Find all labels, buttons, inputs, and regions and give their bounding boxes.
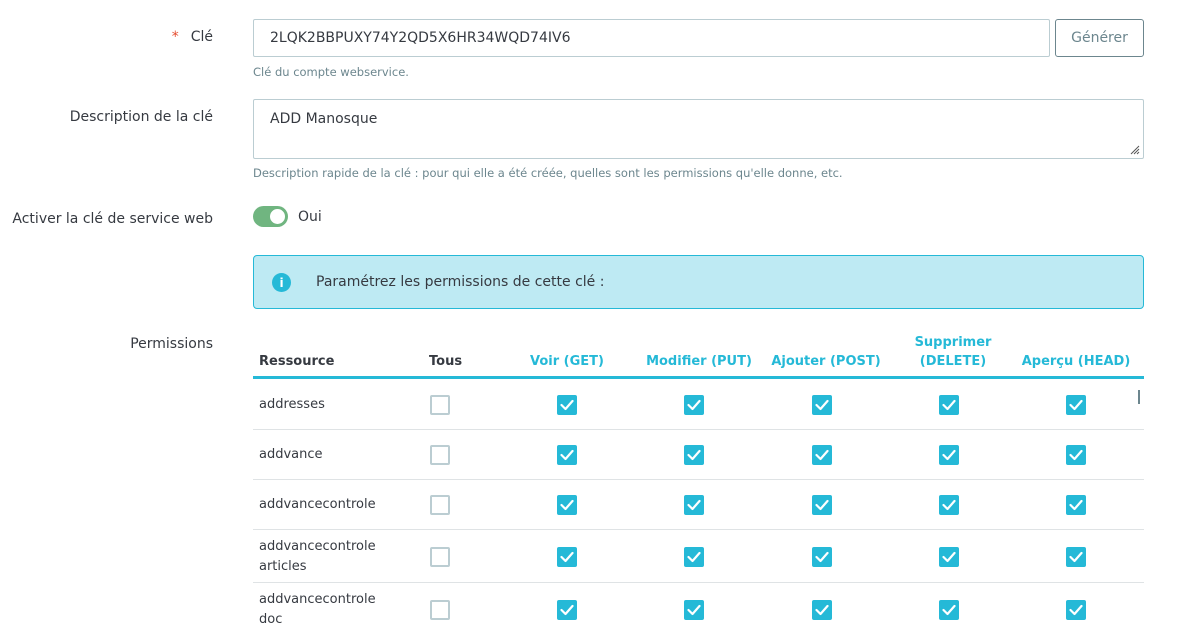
- checkmark-icon: [687, 499, 701, 511]
- checkmark-icon: [560, 499, 574, 511]
- key-value: 2LQK2BBPUXY74Y2QD5X6HR34WQD74IV6: [270, 30, 571, 46]
- checkbox-delete[interactable]: [939, 495, 959, 515]
- row-divider: [253, 529, 1144, 530]
- checkmark-icon: [815, 399, 829, 411]
- checkmark-icon: [815, 604, 829, 615]
- resource-name: addvancecontrole articles: [259, 537, 409, 577]
- checkbox-get[interactable]: [557, 599, 577, 620]
- checkbox-get[interactable]: [557, 546, 577, 567]
- checkbox-delete[interactable]: [939, 445, 959, 465]
- checkmark-icon: [1069, 604, 1083, 615]
- col-delete-line2: (DELETE): [919, 354, 987, 369]
- checkmark-icon: [942, 499, 956, 511]
- key-help: Clé du compte webservice.: [253, 65, 409, 79]
- row-divider: [253, 479, 1144, 480]
- required-mark: *: [171, 29, 179, 45]
- checkmark-icon: [942, 399, 956, 411]
- checkmark-icon: [687, 399, 701, 411]
- activate-toggle[interactable]: [253, 206, 288, 227]
- checkbox-get[interactable]: [557, 495, 577, 515]
- checkbox-head[interactable]: [1066, 546, 1086, 567]
- resource-name-line: addvancecontrole: [259, 591, 376, 607]
- checkbox-delete[interactable]: [939, 599, 959, 620]
- scroll-indicator[interactable]: [1138, 390, 1140, 404]
- col-resource: Ressource: [259, 354, 335, 369]
- col-all: Tous: [429, 354, 463, 369]
- checkbox-all[interactable]: [430, 546, 450, 567]
- checkbox-put[interactable]: [684, 445, 704, 465]
- checkmark-icon: [687, 449, 701, 461]
- col-delete[interactable]: Supprimer (DELETE): [893, 333, 1013, 371]
- checkbox-post[interactable]: [812, 445, 832, 465]
- checkbox-all[interactable]: [430, 445, 450, 465]
- checkbox-get[interactable]: [557, 445, 577, 465]
- info-text: Paramétrez les permissions de cette clé …: [316, 274, 605, 290]
- checkbox-delete[interactable]: [939, 546, 959, 567]
- checkbox-put[interactable]: [684, 495, 704, 515]
- resource-name-line: articles: [259, 558, 307, 574]
- key-input[interactable]: 2LQK2BBPUXY74Y2QD5X6HR34WQD74IV6: [253, 19, 1050, 57]
- checkmark-icon: [815, 551, 829, 562]
- checkmark-icon: [942, 551, 956, 562]
- activate-state: Oui: [298, 209, 322, 225]
- checkbox-all[interactable]: [430, 599, 450, 620]
- col-put[interactable]: Modifier (PUT): [639, 352, 759, 371]
- checkmark-icon: [560, 449, 574, 461]
- checkmark-icon: [560, 399, 574, 411]
- checkbox-get[interactable]: [557, 395, 577, 415]
- checkbox-post[interactable]: [812, 546, 832, 567]
- checkbox-head[interactable]: [1066, 599, 1086, 620]
- checkbox-head[interactable]: [1066, 445, 1086, 465]
- key-label-text: Clé: [190, 29, 213, 45]
- checkbox-put[interactable]: [684, 546, 704, 567]
- checkmark-icon: [815, 499, 829, 511]
- resource-name-line: addvancecontrole: [259, 538, 376, 554]
- checkmark-icon: [560, 551, 574, 562]
- checkbox-put[interactable]: [684, 599, 704, 620]
- checkmark-icon: [942, 449, 956, 461]
- key-label: * Clé: [172, 29, 213, 45]
- checkbox-delete[interactable]: [939, 395, 959, 415]
- description-help: Description rapide de la clé : pour qui …: [253, 166, 843, 180]
- checkmark-icon: [687, 604, 701, 615]
- resource-name: addvancecontrole: [259, 497, 376, 512]
- activate-label: Activer la clé de service web: [12, 211, 213, 227]
- permissions-label: Permissions: [130, 336, 213, 352]
- checkmark-icon: [1069, 399, 1083, 411]
- description-textarea[interactable]: ADD Manosque: [253, 99, 1144, 159]
- checkmark-icon: [942, 604, 956, 615]
- col-get[interactable]: Voir (GET): [517, 352, 617, 371]
- permissions-info-alert: i Paramétrez les permissions de cette cl…: [253, 255, 1144, 309]
- table-header-rule: [253, 376, 1144, 379]
- generate-button[interactable]: Générer: [1055, 19, 1144, 57]
- checkbox-post[interactable]: [812, 599, 832, 620]
- row-divider: [253, 429, 1144, 430]
- checkmark-icon: [1069, 551, 1083, 562]
- resource-name: addresses: [259, 397, 325, 412]
- checkmark-icon: [687, 551, 701, 562]
- checkbox-all[interactable]: [430, 495, 450, 515]
- checkbox-post[interactable]: [812, 395, 832, 415]
- toggle-knob: [270, 209, 285, 224]
- resource-name-line: doc: [259, 611, 283, 627]
- checkbox-head[interactable]: [1066, 395, 1086, 415]
- col-head[interactable]: Aperçu (HEAD): [1020, 352, 1132, 371]
- description-label: Description de la clé: [69, 109, 213, 125]
- col-delete-line1: Supprimer: [914, 335, 992, 350]
- checkmark-icon: [1069, 499, 1083, 511]
- resource-name: addvancecontrole doc: [259, 590, 409, 630]
- resize-grip-icon[interactable]: [1130, 145, 1140, 155]
- checkbox-all[interactable]: [430, 395, 450, 415]
- info-icon: i: [272, 273, 291, 292]
- checkbox-put[interactable]: [684, 395, 704, 415]
- checkbox-post[interactable]: [812, 495, 832, 515]
- description-value: ADD Manosque: [270, 111, 378, 127]
- resource-name: addvance: [259, 447, 323, 462]
- row-divider: [253, 582, 1144, 583]
- col-post[interactable]: Ajouter (POST): [766, 352, 886, 371]
- checkmark-icon: [560, 604, 574, 615]
- checkmark-icon: [1069, 449, 1083, 461]
- checkmark-icon: [815, 449, 829, 461]
- checkbox-head[interactable]: [1066, 495, 1086, 515]
